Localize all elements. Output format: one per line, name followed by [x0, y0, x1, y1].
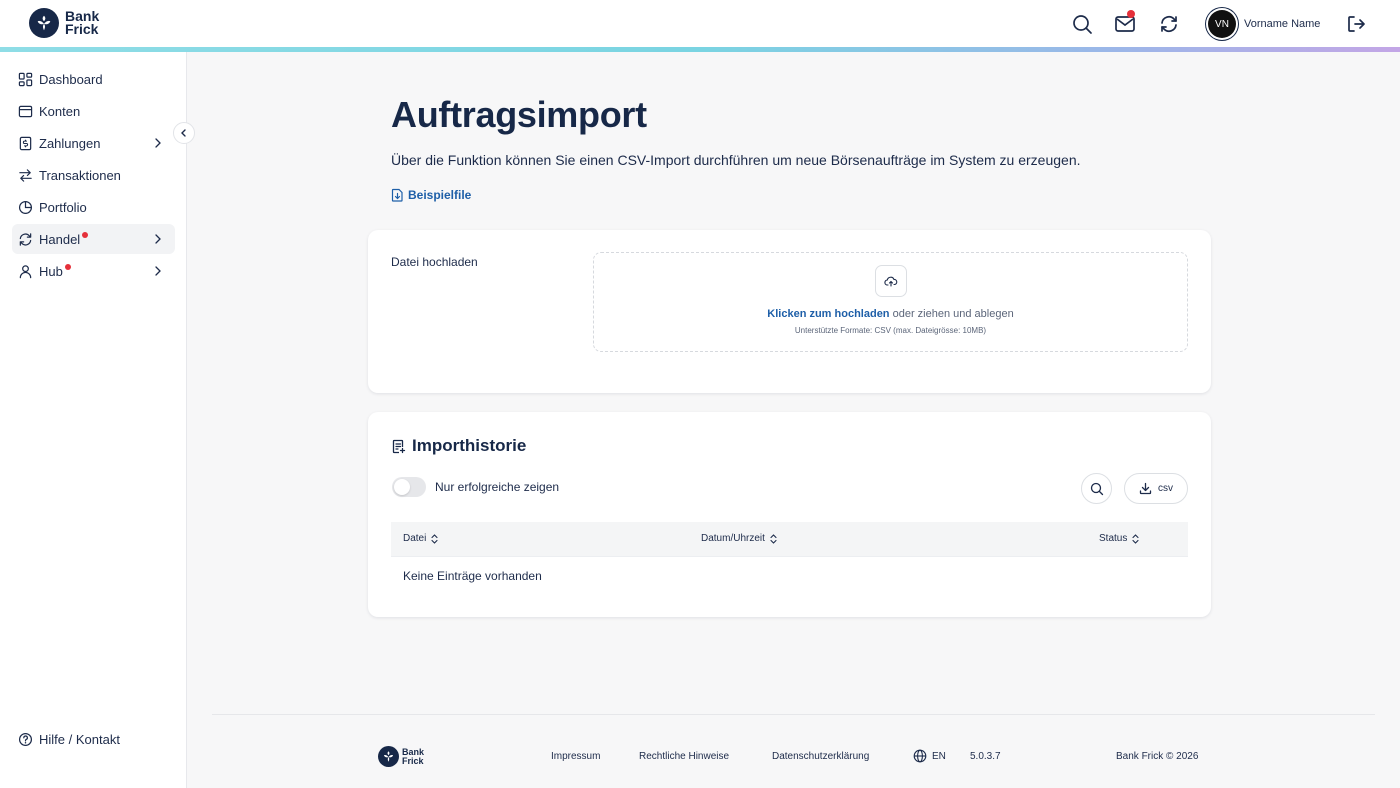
search-icon	[1090, 482, 1103, 495]
upload-label: Datei hochladen	[391, 255, 478, 269]
cloud-upload-icon[interactable]	[875, 265, 907, 297]
fleur-de-lis-icon	[29, 8, 59, 38]
csv-label: csv	[1158, 483, 1173, 494]
user-icon	[19, 264, 32, 278]
fleur-de-lis-icon	[378, 746, 399, 767]
sidebar-item-konten[interactable]: Konten	[12, 96, 175, 126]
history-search-button[interactable]	[1081, 473, 1112, 504]
notification-dot	[82, 232, 89, 238]
upload-card: Datei hochladen Klicken zum hochladen od…	[368, 230, 1211, 393]
sidebar-item-portfolio[interactable]: Portfolio	[12, 192, 175, 222]
sidebar-item-hub[interactable]: Hub	[12, 256, 175, 286]
copyright-text: Bank Frick © 2026	[1116, 751, 1199, 762]
avatar: VN	[1208, 10, 1236, 38]
logout-icon[interactable]	[1345, 13, 1367, 35]
sync-icon[interactable]	[1158, 13, 1180, 35]
sidebar: Dashboard Konten Zahlungen Transaktionen…	[0, 52, 195, 788]
version-label: 5.0.3.7	[970, 751, 1001, 762]
help-label: Hilfe / Kontakt	[39, 732, 120, 747]
chevron-right-icon	[155, 138, 161, 148]
document-history-icon	[392, 439, 406, 453]
sidebar-item-label: Zahlungen	[39, 135, 101, 151]
column-header-datum[interactable]: Datum/Uhrzeit	[701, 533, 777, 544]
chevron-right-icon	[155, 234, 161, 244]
logo-text-line2: Frick	[65, 21, 99, 37]
help-icon	[18, 732, 33, 747]
transfer-arrows-icon	[19, 168, 32, 182]
example-file-label: Beispielfile	[408, 188, 472, 202]
sidebar-item-handel[interactable]: Handel	[12, 224, 175, 254]
payment-icon	[19, 136, 32, 150]
sidebar-item-label: Transaktionen	[39, 167, 121, 183]
history-table-header: Datei Datum/Uhrzeit Status	[391, 522, 1188, 556]
sidebar-collapse-button[interactable]	[173, 122, 195, 144]
notification-dot	[64, 264, 71, 270]
drag-drop-text: oder ziehen und ablegen	[889, 308, 1014, 320]
notification-dot	[1127, 10, 1135, 18]
page-title: Auftragsimport	[391, 94, 647, 135]
toggle-label: Nur erfolgreiche zeigen	[435, 480, 560, 494]
language-switcher[interactable]: EN	[913, 749, 946, 763]
empty-state-text: Keine Einträge vorhanden	[403, 569, 542, 583]
user-menu[interactable]: VN Vorname Name	[1208, 10, 1320, 38]
sidebar-item-label: Handel	[39, 231, 81, 247]
sort-icon	[770, 533, 777, 544]
sidebar-item-label: Hub	[39, 263, 63, 279]
bank-frick-logo[interactable]: Bank Frick	[29, 8, 99, 38]
user-name: Vorname Name	[1244, 18, 1321, 30]
supported-formats-text: Unterstützte Formate: CSV (max. Dateigrö…	[794, 326, 987, 335]
top-bar: Bank Frick VN Vorname Name	[0, 0, 1400, 47]
column-header-datei[interactable]: Datei	[403, 533, 438, 544]
language-label: EN	[932, 750, 946, 762]
chevron-right-icon	[155, 266, 161, 276]
footer-logo[interactable]: Bank Frick	[378, 746, 424, 767]
help-contact-link[interactable]: Hilfe / Kontakt	[18, 732, 120, 747]
globe-icon	[913, 749, 927, 763]
search-icon[interactable]	[1071, 13, 1093, 35]
sidebar-item-dashboard[interactable]: Dashboard	[12, 64, 175, 94]
example-file-link[interactable]: Beispielfile	[391, 188, 471, 202]
mail-icon[interactable]	[1114, 10, 1136, 35]
dashboard-icon	[18, 72, 33, 86]
chevron-left-icon	[181, 129, 186, 137]
download-icon	[1139, 482, 1152, 495]
import-history-card: Importhistorie Nur erfolgreiche zeigen c…	[368, 412, 1211, 617]
sidebar-item-zahlungen[interactable]: Zahlungen	[12, 128, 175, 158]
history-title: Importhistorie	[412, 436, 527, 455]
logo-text-line2: Frick	[402, 755, 424, 766]
sidebar-item-transaktionen[interactable]: Transaktionen	[12, 160, 175, 190]
successful-only-toggle[interactable]	[392, 477, 426, 497]
file-download-icon	[391, 188, 403, 202]
sidebar-item-label: Portfolio	[39, 199, 87, 215]
footer-divider	[212, 714, 1375, 715]
pie-chart-icon	[18, 200, 33, 214]
sort-icon	[1132, 533, 1139, 544]
sidebar-item-label: Konten	[39, 103, 81, 119]
sort-icon	[431, 533, 438, 544]
refresh-icon	[19, 232, 32, 246]
footer-link-impressum[interactable]: Impressum	[551, 751, 600, 762]
header-accent-bar	[0, 47, 1400, 52]
file-dropzone[interactable]: Klicken zum hochladen oder ziehen und ab…	[593, 252, 1188, 352]
sidebar-item-label: Dashboard	[39, 71, 103, 87]
csv-export-button[interactable]: csv	[1124, 473, 1188, 504]
divider	[391, 556, 1188, 557]
footer-link-privacy[interactable]: Datenschutzerklärung	[772, 751, 869, 762]
click-to-upload-link[interactable]: Klicken zum hochladen	[767, 308, 889, 320]
column-header-status[interactable]: Status	[1099, 533, 1139, 544]
page-description: Über die Funktion können Sie einen CSV-I…	[391, 152, 1081, 168]
wallet-icon	[18, 105, 33, 117]
footer-link-legal[interactable]: Rechtliche Hinweise	[639, 751, 729, 762]
